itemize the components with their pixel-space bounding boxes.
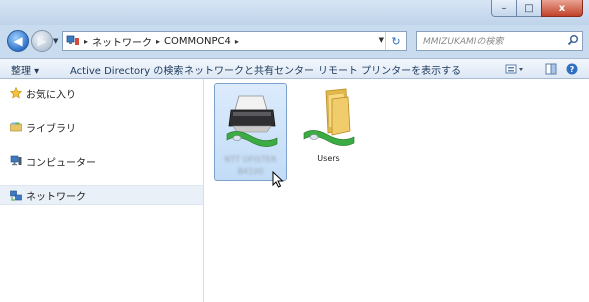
close-button[interactable]: x (541, 0, 583, 17)
view-options-icon[interactable] (505, 63, 525, 75)
nav-item-label: ネットワーク (26, 191, 86, 203)
computer-icon (10, 155, 22, 166)
star-icon (10, 87, 22, 99)
breadcrumb-separator[interactable]: ▸ (235, 37, 239, 46)
search-icon[interactable] (567, 34, 579, 46)
back-button[interactable]: ◀ (7, 30, 29, 52)
refresh-button[interactable]: ↻ (385, 32, 406, 50)
address-bar[interactable]: ▸ ネットワーク ▸ COMMONPC4 ▸ ▼ ↻ (62, 31, 407, 51)
nav-item-libraries[interactable]: ライブラリ (0, 117, 203, 137)
title-bar: – □ x (0, 0, 589, 25)
forward-button[interactable]: ▶ (31, 30, 53, 52)
breadcrumb: ▸ ネットワーク ▸ COMMONPC4 ▸ (66, 32, 243, 50)
breadcrumb-computer[interactable]: COMMONPC4 (164, 36, 231, 47)
nav-item-favorites[interactable]: お気に入り (0, 83, 203, 103)
breadcrumb-network[interactable]: ネットワーク (92, 34, 152, 49)
shared-folder-icon (303, 88, 355, 146)
organize-menu[interactable]: 整理 ▾ (11, 62, 39, 77)
nav-item-network[interactable]: ネットワーク (0, 185, 203, 205)
network-icon (10, 190, 22, 201)
minimize-button[interactable]: – (491, 0, 517, 17)
search-box[interactable] (416, 31, 583, 51)
maximize-button[interactable]: □ (516, 0, 542, 17)
command-bar: 整理 ▾ Active Directory の検索 ネットワークと共有センター … (0, 58, 589, 79)
nav-item-label: お気に入り (26, 89, 76, 101)
shared-printer-icon (226, 95, 278, 147)
network-sharing-center-button[interactable]: ネットワークと共有センター (184, 62, 314, 77)
breadcrumb-separator[interactable]: ▸ (156, 37, 160, 46)
nav-item-label: コンピューター (26, 157, 96, 169)
label-line: NTT OFISTER (224, 155, 277, 164)
content-area: お気に入り ライブラリ コンピューター ネットワーク NTT OFISTER B… (0, 79, 589, 302)
remote-printers-button[interactable]: リモート プリンターを表示する (318, 62, 461, 77)
ad-search-button[interactable]: Active Directory の検索 (70, 62, 183, 77)
refresh-icon: ↻ (391, 34, 401, 48)
svg-text:?: ? (570, 65, 575, 74)
recent-pages-dropdown[interactable]: ▼ (53, 37, 58, 45)
library-icon (10, 122, 22, 132)
help-icon[interactable]: ? (566, 63, 578, 75)
shared-printer-item[interactable]: NTT OFISTER B4100 (214, 83, 287, 181)
window-controls: – □ x (491, 0, 583, 17)
network-location-icon (66, 35, 79, 45)
navigation-pane: お気に入り ライブラリ コンピューター ネットワーク (0, 79, 204, 302)
search-input[interactable] (421, 33, 565, 51)
file-list-pane: NTT OFISTER B4100 Users (204, 79, 589, 302)
breadcrumb-separator: ▸ (84, 36, 89, 46)
nav-item-label: ライブラリ (26, 123, 76, 135)
shared-folder-item[interactable]: Users (292, 83, 365, 181)
file-item-label: Users (292, 153, 365, 165)
label-line: Users (317, 154, 340, 163)
preview-pane-icon[interactable] (545, 63, 557, 75)
explorer-window: – □ x ◀ ▶ ▼ ▸ ネットワーク ▸ COMMONPC4 ▸ ▼ ↻ M… (0, 0, 589, 302)
address-row: ◀ ▶ ▼ ▸ ネットワーク ▸ COMMONPC4 ▸ ▼ ↻ (0, 28, 589, 56)
nav-item-computer[interactable]: コンピューター (0, 151, 203, 171)
address-history-dropdown[interactable]: ▼ (379, 36, 384, 44)
mouse-cursor-icon (272, 171, 284, 188)
